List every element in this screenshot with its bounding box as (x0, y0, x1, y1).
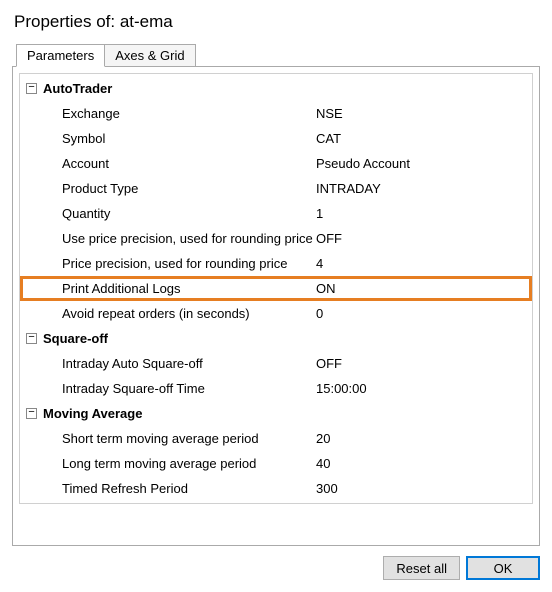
value-price-precision[interactable]: 4 (316, 256, 532, 271)
value-long-ma[interactable]: 40 (316, 456, 532, 471)
properties-dialog: Properties of: at-ema Parameters Axes & … (0, 0, 552, 592)
row-auto-squareoff[interactable]: Intraday Auto Square-off OFF (20, 351, 532, 376)
value-account[interactable]: Pseudo Account (316, 156, 532, 171)
ok-button[interactable]: OK (466, 556, 540, 580)
value-auto-squareoff[interactable]: OFF (316, 356, 532, 371)
label-account: Account (62, 156, 316, 171)
group-moving-average-header[interactable]: − Moving Average (20, 401, 532, 426)
tab-strip: Parameters Axes & Grid (12, 44, 540, 67)
tab-axes-grid[interactable]: Axes & Grid (105, 44, 195, 67)
value-short-ma[interactable]: 20 (316, 431, 532, 446)
parameters-tree: − AutoTrader Exchange NSE Symbol CAT Acc… (19, 73, 533, 504)
row-print-additional-logs[interactable]: Print Additional Logs ON (20, 276, 532, 301)
group-moving-average-label: Moving Average (43, 406, 142, 421)
value-product-type[interactable]: INTRADAY (316, 181, 532, 196)
row-use-price-precision[interactable]: Use price precision, used for rounding p… (20, 226, 532, 251)
row-exchange[interactable]: Exchange NSE (20, 101, 532, 126)
label-short-ma: Short term moving average period (62, 431, 316, 446)
row-short-ma[interactable]: Short term moving average period 20 (20, 426, 532, 451)
label-symbol: Symbol (62, 131, 316, 146)
row-account[interactable]: Account Pseudo Account (20, 151, 532, 176)
tab-parameters[interactable]: Parameters (16, 44, 105, 67)
reset-all-button[interactable]: Reset all (383, 556, 460, 580)
label-auto-squareoff: Intraday Auto Square-off (62, 356, 316, 371)
label-exchange: Exchange (62, 106, 316, 121)
row-symbol[interactable]: Symbol CAT (20, 126, 532, 151)
label-refresh-period: Timed Refresh Period (62, 481, 316, 496)
label-product-type: Product Type (62, 181, 316, 196)
label-use-price-precision: Use price precision, used for rounding p… (62, 231, 316, 246)
value-refresh-period[interactable]: 300 (316, 481, 532, 496)
minus-icon[interactable]: − (26, 408, 37, 419)
label-long-ma: Long term moving average period (62, 456, 316, 471)
group-autotrader-header[interactable]: − AutoTrader (20, 76, 532, 101)
label-quantity: Quantity (62, 206, 316, 221)
group-squareoff-header[interactable]: − Square-off (20, 326, 532, 351)
tab-panel: − AutoTrader Exchange NSE Symbol CAT Acc… (12, 66, 540, 546)
row-quantity[interactable]: Quantity 1 (20, 201, 532, 226)
label-print-logs: Print Additional Logs (62, 281, 316, 296)
minus-icon[interactable]: − (26, 83, 37, 94)
dialog-button-bar: Reset all OK (12, 556, 540, 580)
group-squareoff-label: Square-off (43, 331, 108, 346)
value-avoid-repeat[interactable]: 0 (316, 306, 532, 321)
row-refresh-period[interactable]: Timed Refresh Period 300 (20, 476, 532, 501)
row-avoid-repeat[interactable]: Avoid repeat orders (in seconds) 0 (20, 301, 532, 326)
row-price-precision[interactable]: Price precision, used for rounding price… (20, 251, 532, 276)
minus-icon[interactable]: − (26, 333, 37, 344)
row-product-type[interactable]: Product Type INTRADAY (20, 176, 532, 201)
value-print-logs[interactable]: ON (316, 281, 529, 296)
label-avoid-repeat: Avoid repeat orders (in seconds) (62, 306, 316, 321)
value-squareoff-time[interactable]: 15:00:00 (316, 381, 532, 396)
dialog-title: Properties of: at-ema (14, 12, 540, 32)
value-exchange[interactable]: NSE (316, 106, 532, 121)
row-long-ma[interactable]: Long term moving average period 40 (20, 451, 532, 476)
value-quantity[interactable]: 1 (316, 206, 532, 221)
group-autotrader-label: AutoTrader (43, 81, 112, 96)
label-squareoff-time: Intraday Square-off Time (62, 381, 316, 396)
label-price-precision: Price precision, used for rounding price (62, 256, 316, 271)
row-squareoff-time[interactable]: Intraday Square-off Time 15:00:00 (20, 376, 532, 401)
value-use-price-precision[interactable]: OFF (316, 231, 532, 246)
value-symbol[interactable]: CAT (316, 131, 532, 146)
